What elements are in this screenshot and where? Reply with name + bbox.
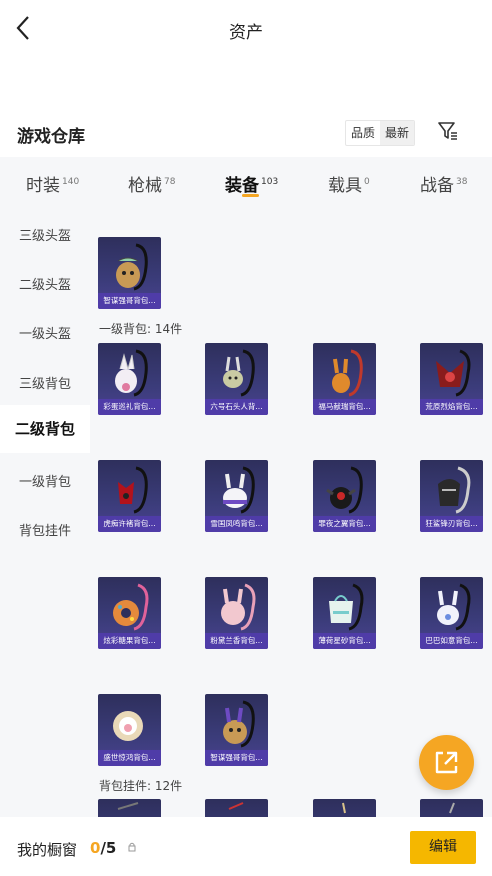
item-caption: 荒原烈焰背包... bbox=[420, 399, 483, 415]
backpack-icon bbox=[332, 349, 363, 397]
tab-count: 103 bbox=[261, 177, 279, 187]
side-item-pendant[interactable]: 背包挂件 bbox=[0, 520, 90, 539]
side-item-level2-backpack[interactable]: 二级背包 bbox=[0, 405, 90, 453]
item-card[interactable]: 智谋强哥背包... bbox=[205, 694, 268, 766]
side-item-level2-helmet[interactable]: 二级头盔 bbox=[0, 274, 90, 293]
bottom-bar: 我的橱窗 0/5 编辑 bbox=[0, 817, 492, 876]
item-caption: 虎痴许褚背包... bbox=[98, 516, 161, 532]
filter-button[interactable] bbox=[437, 120, 459, 142]
item-grid: 智谋强哥背包... 一级背包: 14件 彩蛋巡礼背包... 六号石头人背... … bbox=[90, 207, 492, 817]
backpack-icon bbox=[221, 583, 256, 631]
item-card[interactable]: 狂鲨锋刃背包... bbox=[420, 460, 483, 532]
backpack-icon bbox=[118, 466, 148, 514]
item-caption: 智谋强哥背包... bbox=[205, 750, 268, 766]
item-card[interactable]: 荒原烈焰背包... bbox=[420, 343, 483, 415]
item-caption: 狂鲨锋刃背包... bbox=[420, 516, 483, 532]
external-link-icon bbox=[435, 751, 458, 774]
sort-toggle: 品质 最新 bbox=[345, 120, 416, 146]
tab-count: 38 bbox=[456, 177, 468, 187]
side-item-level3-helmet[interactable]: 三级头盔 bbox=[0, 225, 90, 244]
item-card[interactable]: 巴巴如意背包... bbox=[420, 577, 483, 649]
item-caption: 薄荷星砂背包... bbox=[313, 633, 376, 649]
tab-count: 78 bbox=[164, 177, 176, 187]
pendant-icon bbox=[342, 802, 346, 814]
item-card[interactable]: 粉黛兰香背包... bbox=[205, 577, 268, 649]
item-card[interactable]: 福马献瑞背包... bbox=[313, 343, 376, 415]
backpack-icon bbox=[223, 466, 255, 514]
side-menu: 三级头盔 二级头盔 一级头盔 三级背包 二级背包 一级背包 背包挂件 bbox=[0, 207, 90, 817]
tab-label: 战备 bbox=[420, 176, 454, 196]
warehouse-title: 游戏仓库 bbox=[17, 127, 85, 147]
item-card[interactable] bbox=[205, 799, 268, 817]
backpack-icon bbox=[223, 349, 255, 397]
item-card[interactable] bbox=[98, 799, 161, 817]
side-item-level1-backpack[interactable]: 一级背包 bbox=[0, 471, 90, 490]
pendant-icon bbox=[117, 802, 139, 810]
tab-fashion[interactable]: 时装 140 bbox=[26, 171, 79, 196]
lock-icon bbox=[128, 842, 136, 852]
item-card[interactable]: 智谋强哥背包... bbox=[98, 237, 161, 309]
sort-latest-button[interactable]: 最新 bbox=[380, 121, 415, 145]
item-card[interactable]: 盛世惊鸿背包... bbox=[98, 694, 161, 766]
item-caption: 粉黛兰香背包... bbox=[205, 633, 268, 649]
edit-button[interactable]: 编辑 bbox=[410, 831, 476, 864]
tab-vehicles[interactable]: 载具 0 bbox=[328, 171, 370, 196]
tab-equipment[interactable]: 装备 103 bbox=[225, 171, 278, 196]
active-tab-indicator bbox=[242, 194, 259, 197]
backpack-icon bbox=[223, 700, 255, 748]
tab-label: 时装 bbox=[26, 176, 60, 196]
tab-count: 140 bbox=[62, 177, 80, 187]
tab-label: 载具 bbox=[328, 176, 362, 196]
filter-icon bbox=[438, 122, 457, 140]
backpack-icon bbox=[437, 583, 471, 631]
tab-gear[interactable]: 战备 38 bbox=[420, 171, 467, 196]
page-title: 资产 bbox=[229, 23, 263, 43]
item-card[interactable]: 罪夜之翼背包... bbox=[313, 460, 376, 532]
item-caption: 智谋强哥背包... bbox=[98, 293, 161, 309]
item-caption: 雪国凤鸣背包... bbox=[205, 516, 268, 532]
sort-quality-button[interactable]: 品质 bbox=[346, 121, 380, 145]
top-bar: 资产 bbox=[0, 0, 492, 58]
item-caption: 彩蛋巡礼背包... bbox=[98, 399, 161, 415]
tab-count: 0 bbox=[364, 177, 370, 187]
backpack-icon bbox=[113, 711, 143, 741]
item-card[interactable] bbox=[420, 799, 483, 817]
pendant-icon bbox=[449, 802, 455, 814]
showcase-count-total: /5 bbox=[100, 839, 117, 857]
item-caption: 巴巴如意背包... bbox=[420, 633, 483, 649]
tab-label: 装备 bbox=[225, 176, 259, 196]
backpack-icon bbox=[116, 243, 148, 291]
backpack-icon bbox=[438, 466, 471, 514]
backpack-icon bbox=[113, 583, 149, 631]
tab-weapons[interactable]: 枪械 78 bbox=[128, 171, 175, 196]
side-item-level3-backpack[interactable]: 三级背包 bbox=[0, 373, 90, 392]
showcase-count-current: 0 bbox=[90, 839, 101, 857]
side-item-level1-helmet[interactable]: 一级头盔 bbox=[0, 323, 90, 342]
item-caption: 盛世惊鸿背包... bbox=[98, 750, 161, 766]
item-caption: 六号石头人背... bbox=[205, 399, 268, 415]
backpack-icon bbox=[329, 583, 364, 631]
item-caption: 炫彩糖果背包... bbox=[98, 633, 161, 649]
item-card[interactable]: 薄荷星砂背包... bbox=[313, 577, 376, 649]
share-button[interactable] bbox=[419, 735, 474, 790]
showcase-count: 0/5 bbox=[90, 839, 116, 857]
item-caption: 罪夜之翼背包... bbox=[313, 516, 376, 532]
item-card[interactable]: 六号石头人背... bbox=[205, 343, 268, 415]
tab-label: 枪械 bbox=[128, 176, 162, 196]
section-label-pendant: 背包挂件: 12件 bbox=[99, 779, 183, 793]
item-caption: 福马献瑞背包... bbox=[313, 399, 376, 415]
pendant-icon bbox=[228, 802, 244, 810]
item-card[interactable]: 炫彩糖果背包... bbox=[98, 577, 161, 649]
backpack-icon bbox=[436, 349, 471, 397]
backpack-icon bbox=[115, 349, 148, 397]
item-card[interactable] bbox=[313, 799, 376, 817]
showcase-label: 我的橱窗 bbox=[17, 841, 78, 859]
item-card[interactable]: 彩蛋巡礼背包... bbox=[98, 343, 161, 415]
category-tabs: 时装 140 枪械 78 装备 103 载具 0 战备 38 bbox=[0, 157, 492, 207]
section-label-level1-backpack: 一级背包: 14件 bbox=[99, 322, 183, 336]
backpack-icon bbox=[326, 466, 363, 514]
item-card[interactable]: 雪国凤鸣背包... bbox=[205, 460, 268, 532]
item-card[interactable]: 虎痴许褚背包... bbox=[98, 460, 161, 532]
